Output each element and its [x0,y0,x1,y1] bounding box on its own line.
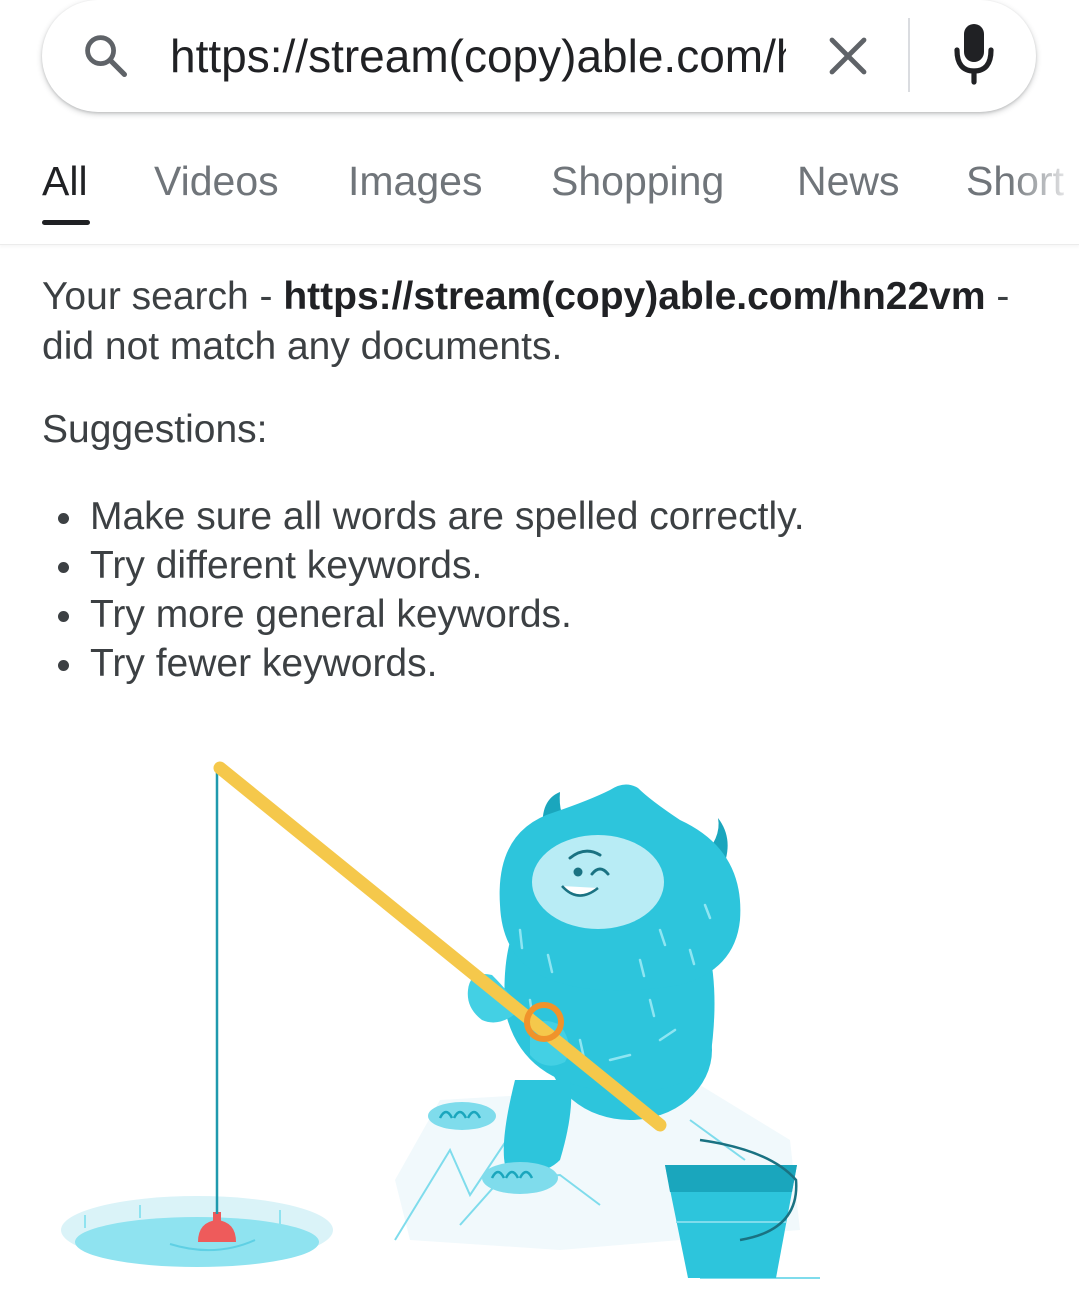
suggestion-item: Make sure all words are spelled correctl… [42,492,805,541]
suggestion-item: Try different keywords. [42,541,805,590]
suggestion-item: Try more general keywords. [42,590,805,639]
ice-hole [61,1196,333,1267]
search-icon[interactable] [80,30,132,82]
suggestions-list: Make sure all words are spelled correctl… [42,492,805,688]
tab-news[interactable]: News [797,158,900,205]
suggestions-heading: Suggestions: [42,408,268,451]
suggestion-item: Try fewer keywords. [42,639,805,688]
tab-all[interactable]: All [42,158,88,205]
active-tab-indicator [42,220,90,225]
search-input[interactable] [170,26,786,86]
search-tabs: All Videos Images Shopping News Short [0,140,1079,245]
tab-images[interactable]: Images [348,158,482,205]
search-bar [42,0,1036,112]
message-query: https://stream(copy)able.com/hn22vm [283,275,986,318]
tab-shopping[interactable]: Shopping [551,158,724,205]
mic-icon[interactable] [952,22,996,86]
tab-videos[interactable]: Videos [154,158,279,205]
tabs-fade-overlay [1009,140,1079,240]
close-icon[interactable] [824,32,872,80]
no-results-message: Your search - https://stream(copy)able.c… [42,272,1052,372]
message-prefix: Your search - [42,275,284,318]
search-divider [908,18,910,92]
fishing-yeti-illustration [61,761,820,1279]
